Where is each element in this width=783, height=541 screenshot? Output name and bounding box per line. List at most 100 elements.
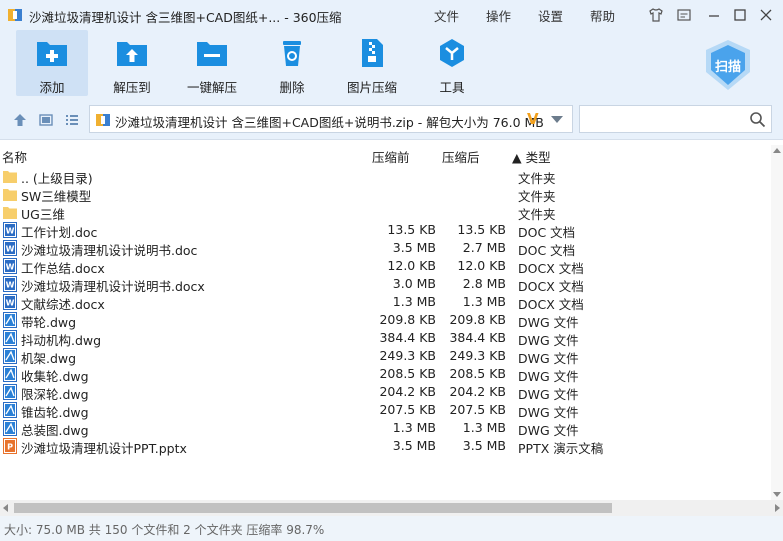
scroll-left-icon[interactable] bbox=[3, 504, 8, 512]
message-button[interactable] bbox=[674, 5, 694, 25]
file-row[interactable]: W 工作总结.docx 12.0 KB 12.0 KB DOCX 文档 bbox=[0, 257, 770, 276]
maximize-button[interactable] bbox=[730, 5, 750, 25]
file-row[interactable]: UG三维 文件夹 bbox=[0, 203, 770, 222]
search-icon[interactable] bbox=[749, 111, 766, 128]
word-doc-icon: W bbox=[3, 294, 17, 310]
file-size: 13.5 KB bbox=[457, 222, 506, 237]
thumbnail-view-icon[interactable] bbox=[38, 112, 54, 128]
scan-button[interactable]: 扫描 bbox=[700, 38, 756, 92]
file-row[interactable]: .. (上级目录) 文件夹 bbox=[0, 167, 770, 186]
status-bar: 大小: 75.0 MB 共 150 个文件和 2 个文件夹 压缩率 98.7% bbox=[0, 516, 783, 541]
column-name[interactable]: 名称 bbox=[2, 147, 27, 166]
file-compressed-size: 209.8 KB bbox=[379, 312, 436, 327]
add-button[interactable]: 添加 bbox=[16, 30, 88, 96]
file-compressed-size: 1.3 MB bbox=[392, 420, 436, 435]
menu-settings[interactable]: 设置 bbox=[538, 6, 563, 25]
ppt-file-icon: P bbox=[3, 438, 17, 454]
file-compressed-size: 12.0 KB bbox=[387, 258, 436, 273]
file-row[interactable]: W 工作计划.doc 13.5 KB 13.5 KB DOC 文档 bbox=[0, 221, 770, 240]
dwg-file-icon bbox=[3, 384, 17, 400]
scrollbar-thumb[interactable] bbox=[14, 503, 612, 513]
dwg-file-icon bbox=[3, 348, 17, 364]
status-text: 大小: 75.0 MB 共 150 个文件和 2 个文件夹 压缩率 98.7% bbox=[4, 523, 325, 537]
file-compressed-size: 1.3 MB bbox=[392, 294, 436, 309]
shirt-icon bbox=[649, 8, 663, 22]
file-size: 2.8 MB bbox=[462, 276, 506, 291]
scroll-right-icon[interactable] bbox=[775, 504, 780, 512]
close-button[interactable] bbox=[756, 5, 776, 25]
column-type[interactable]: ▲ 类型 bbox=[512, 147, 551, 166]
window-title: 沙滩垃圾清理机设计 含三维图+CAD图纸+... - 360压缩 bbox=[29, 10, 342, 25]
file-row[interactable]: W 沙滩垃圾清理机设计说明书.docx 3.0 MB 2.8 MB DOCX 文档 bbox=[0, 275, 770, 294]
zip-archive-icon bbox=[96, 114, 110, 126]
add-label: 添加 bbox=[39, 80, 65, 95]
path-text: 沙滩垃圾清理机设计 含三维图+CAD图纸+说明书.zip - 解包大小为 76.… bbox=[115, 115, 544, 130]
extract-to-label: 解压到 bbox=[113, 80, 151, 95]
svg-text:P: P bbox=[7, 443, 13, 452]
file-row[interactable]: 锥齿轮.dwg 207.5 KB 207.5 KB DWG 文件 bbox=[0, 401, 770, 420]
tools-button[interactable]: 工具 bbox=[416, 30, 488, 96]
scroll-down-icon[interactable] bbox=[773, 492, 781, 497]
file-size: 3.5 MB bbox=[462, 438, 506, 453]
file-row[interactable]: W 文献综述.docx 1.3 MB 1.3 MB DOCX 文档 bbox=[0, 293, 770, 312]
toolbar: 添加 解压到 一键解压 删除 图片压缩 工具 扫描 bbox=[0, 30, 783, 100]
list-view-icon[interactable] bbox=[64, 112, 80, 128]
file-size: 384.4 KB bbox=[449, 330, 506, 345]
svg-text:W: W bbox=[6, 263, 15, 272]
file-row[interactable]: P 沙滩垃圾清理机设计PPT.pptx 3.5 MB 3.5 MB PPTX 演示文稿 bbox=[0, 437, 770, 456]
file-size: 207.5 KB bbox=[449, 402, 506, 417]
menu-help[interactable]: 帮助 bbox=[590, 6, 615, 25]
file-row[interactable]: SW三维模型 文件夹 bbox=[0, 185, 770, 204]
v-check-icon[interactable]: V bbox=[527, 110, 539, 128]
delete-icon bbox=[283, 41, 301, 66]
file-size: 1.3 MB bbox=[462, 294, 506, 309]
dwg-file-icon bbox=[3, 330, 17, 346]
file-compressed-size: 384.4 KB bbox=[379, 330, 436, 345]
file-compressed-size: 13.5 KB bbox=[387, 222, 436, 237]
minimize-button[interactable] bbox=[704, 5, 724, 25]
image-compress-label: 图片压缩 bbox=[346, 80, 397, 95]
file-size: 208.5 KB bbox=[449, 366, 506, 381]
file-row[interactable]: 机架.dwg 249.3 KB 249.3 KB DWG 文件 bbox=[0, 347, 770, 366]
file-compressed-size: 3.0 MB bbox=[392, 276, 436, 291]
image-compress-button[interactable]: 图片压缩 bbox=[336, 30, 408, 96]
path-dropdown-icon[interactable] bbox=[551, 116, 563, 123]
column-size[interactable]: 压缩后 bbox=[442, 147, 480, 166]
file-row[interactable]: W 沙滩垃圾清理机设计说明书.doc 3.5 MB 2.7 MB DOC 文档 bbox=[0, 239, 770, 258]
menu-operation[interactable]: 操作 bbox=[486, 6, 511, 25]
word-doc-icon: W bbox=[3, 222, 17, 238]
file-row[interactable]: 抖动机构.dwg 384.4 KB 384.4 KB DWG 文件 bbox=[0, 329, 770, 348]
horizontal-scrollbar[interactable] bbox=[0, 500, 783, 516]
tools-label: 工具 bbox=[439, 80, 465, 95]
minimize-icon bbox=[709, 15, 719, 17]
file-row[interactable]: 收集轮.dwg 208.5 KB 208.5 KB DWG 文件 bbox=[0, 365, 770, 384]
word-doc-icon: W bbox=[3, 258, 17, 274]
column-compressed[interactable]: 压缩前 bbox=[372, 147, 410, 166]
skin-button[interactable] bbox=[646, 5, 666, 25]
file-size: 12.0 KB bbox=[457, 258, 506, 273]
one-click-extract-button[interactable]: 一键解压 bbox=[176, 30, 248, 96]
image-compress-icon bbox=[362, 39, 383, 67]
vertical-scrollbar[interactable] bbox=[771, 145, 783, 500]
path-field[interactable]: 沙滩垃圾清理机设计 含三维图+CAD图纸+说明书.zip - 解包大小为 76.… bbox=[89, 105, 573, 133]
file-compressed-size: 249.3 KB bbox=[379, 348, 436, 363]
file-row[interactable]: 限深轮.dwg 204.2 KB 204.2 KB DWG 文件 bbox=[0, 383, 770, 402]
up-arrow-icon[interactable] bbox=[12, 112, 28, 128]
one-click-extract-label: 一键解压 bbox=[186, 80, 237, 95]
extract-to-icon bbox=[117, 42, 147, 66]
address-bar: 沙滩垃圾清理机设计 含三维图+CAD图纸+说明书.zip - 解包大小为 76.… bbox=[0, 100, 783, 140]
scroll-up-icon[interactable] bbox=[773, 148, 781, 153]
file-row[interactable]: 带轮.dwg 209.8 KB 209.8 KB DWG 文件 bbox=[0, 311, 770, 330]
title-bar: 沙滩垃圾清理机设计 含三维图+CAD图纸+... - 360压缩 文件 操作 设… bbox=[0, 0, 783, 30]
file-row[interactable]: 总装图.dwg 1.3 MB 1.3 MB DWG 文件 bbox=[0, 419, 770, 438]
search-field[interactable] bbox=[579, 105, 772, 133]
file-compressed-size: 3.5 MB bbox=[392, 240, 436, 255]
add-icon bbox=[37, 42, 67, 66]
menu-file[interactable]: 文件 bbox=[434, 6, 459, 25]
dwg-file-icon bbox=[3, 420, 17, 436]
delete-button[interactable]: 删除 bbox=[256, 30, 328, 96]
search-input[interactable] bbox=[584, 109, 744, 129]
extract-to-button[interactable]: 解压到 bbox=[96, 30, 168, 96]
maximize-icon bbox=[734, 9, 746, 21]
svg-text:W: W bbox=[6, 245, 15, 254]
